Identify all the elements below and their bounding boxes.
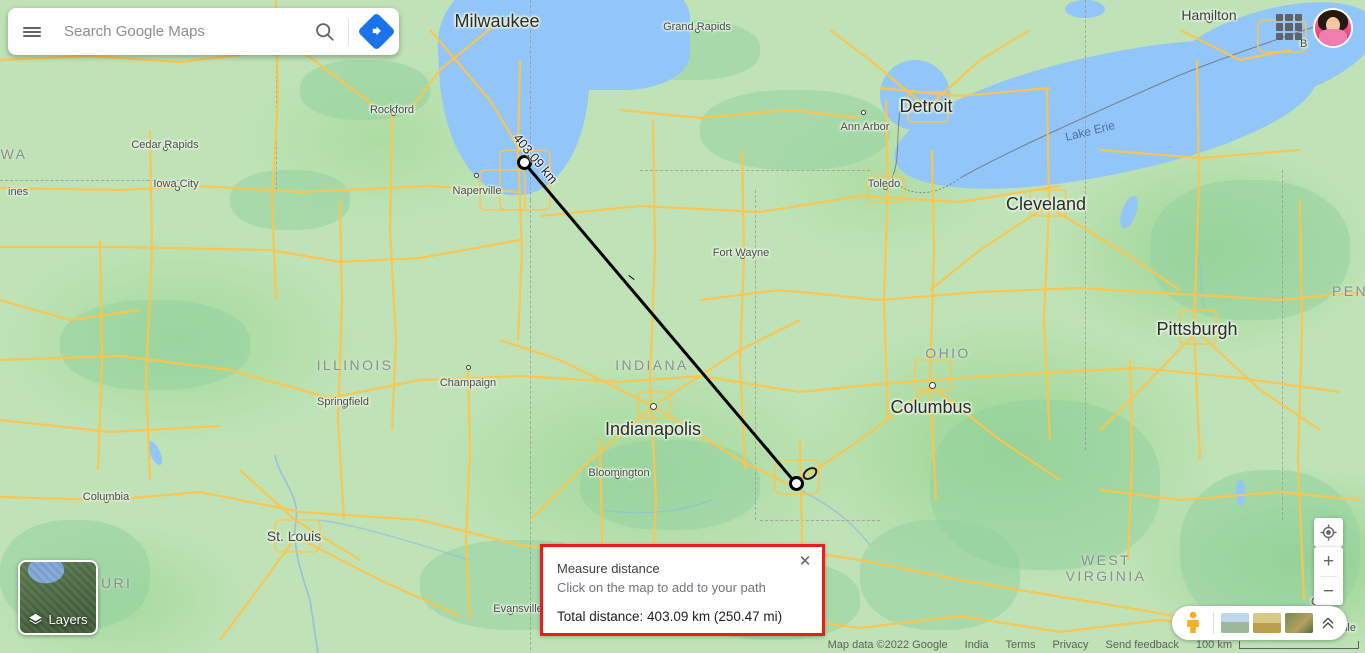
pegman-glyph xyxy=(1187,611,1199,633)
app-dot xyxy=(1294,14,1302,22)
city-marker-dot[interactable] xyxy=(473,172,479,178)
city-marker-dot[interactable] xyxy=(614,473,620,479)
search-icon[interactable] xyxy=(304,8,344,55)
search-divider xyxy=(348,18,349,45)
panel-divider xyxy=(1213,612,1214,634)
app-dot xyxy=(1294,23,1302,31)
city-marker-dot[interactable] xyxy=(1193,327,1201,335)
state-border xyxy=(530,200,531,653)
attribution-send-feedback[interactable]: Send feedback xyxy=(1106,639,1179,651)
app-dot xyxy=(1285,23,1293,31)
map-type-thumbnail-satellite[interactable] xyxy=(1253,613,1281,633)
attribution-copyright: Map data ©2022 Google xyxy=(827,638,948,651)
hamburger-menu-icon[interactable] xyxy=(8,8,56,55)
pegman-street-view-icon[interactable] xyxy=(1178,611,1208,635)
forest-patch xyxy=(700,90,890,170)
map-type-thumbnail-aerial[interactable] xyxy=(1285,613,1313,633)
attribution-terms[interactable]: Terms xyxy=(1006,639,1036,651)
city-marker-dot[interactable] xyxy=(162,145,168,151)
layers-label: Layers xyxy=(48,612,88,627)
forest-patch xyxy=(1150,180,1350,320)
directions-diamond xyxy=(356,12,396,51)
city-marker-dot[interactable] xyxy=(928,381,936,389)
app-dot xyxy=(1285,14,1293,22)
forest-patch xyxy=(60,300,250,390)
city-marker-dot[interactable] xyxy=(923,104,931,112)
user-avatar[interactable] xyxy=(1313,8,1353,48)
state-border xyxy=(276,60,277,190)
search-bar xyxy=(8,8,399,55)
map-type-thumbnail-terrain[interactable] xyxy=(1221,613,1249,633)
app-dot xyxy=(1276,32,1284,40)
layers-icon xyxy=(29,613,43,625)
city-marker-dot[interactable] xyxy=(103,497,109,503)
city-marker-dot[interactable] xyxy=(174,185,180,191)
google-apps-grid-icon[interactable] xyxy=(1276,14,1302,40)
city-marker-dot[interactable] xyxy=(882,184,888,190)
city-marker-dot[interactable] xyxy=(1205,15,1213,23)
forest-patch xyxy=(230,170,350,230)
measure-card-title: Measure distance xyxy=(557,561,660,576)
app-dot xyxy=(1276,23,1284,31)
city-marker-dot[interactable] xyxy=(1043,202,1051,210)
state-border xyxy=(0,180,180,181)
directions-icon[interactable] xyxy=(353,8,399,55)
state-border xyxy=(1085,0,1086,450)
forest-patch xyxy=(580,440,760,530)
app-dot xyxy=(1294,32,1302,40)
layers-button[interactable]: Layers xyxy=(18,560,98,635)
city-marker-dot[interactable] xyxy=(493,19,501,27)
layers-label-row: Layers xyxy=(20,612,96,627)
my-location-icon xyxy=(1320,524,1337,541)
city-marker-dot[interactable] xyxy=(649,402,657,410)
attribution-privacy[interactable]: Privacy xyxy=(1052,639,1088,651)
attribution-country[interactable]: India xyxy=(965,639,989,651)
avatar-body xyxy=(1319,29,1347,46)
city-marker-dot[interactable] xyxy=(290,533,298,541)
city-marker-dot[interactable] xyxy=(390,110,396,116)
measure-card-total: Total distance: 403.09 km (250.47 mi) xyxy=(557,609,783,624)
zoom-in-button[interactable]: + xyxy=(1314,547,1343,576)
state-border xyxy=(755,190,756,520)
state-border xyxy=(640,170,870,171)
zoom-out-button[interactable]: − xyxy=(1314,577,1343,606)
search-input[interactable] xyxy=(56,22,304,41)
my-location-button[interactable] xyxy=(1314,518,1343,547)
state-border xyxy=(1282,170,1283,520)
city-marker-dot[interactable] xyxy=(860,109,866,115)
hamburger-bar xyxy=(23,26,41,29)
lake-michigan-north xyxy=(470,0,690,90)
app-dot xyxy=(1285,32,1293,40)
hamburger-bar xyxy=(23,34,41,37)
city-marker-dot[interactable] xyxy=(694,27,700,33)
measure-distance-card: ✕ Measure distance Click on the map to a… xyxy=(540,544,825,636)
expand-chevrons xyxy=(1322,617,1334,629)
state-border xyxy=(760,520,880,521)
forest-patch xyxy=(300,60,430,120)
zoom-controls: + − xyxy=(1314,547,1343,605)
forest-patch xyxy=(860,520,1020,630)
measure-card-subtitle: Click on the map to add to your path xyxy=(557,580,766,595)
city-marker-dot[interactable] xyxy=(739,253,745,259)
small-lake xyxy=(1236,480,1245,506)
city-marker-dot[interactable] xyxy=(465,364,471,370)
chevron-up-double-icon[interactable] xyxy=(1315,615,1341,631)
app-dot xyxy=(1276,14,1284,22)
hamburger-bar xyxy=(23,30,41,33)
city-marker-dot[interactable] xyxy=(507,609,513,615)
close-icon[interactable]: ✕ xyxy=(794,550,816,572)
city-marker-dot[interactable] xyxy=(341,403,347,409)
measure-point-end[interactable] xyxy=(789,476,804,491)
street-view-panel xyxy=(1172,606,1347,640)
scale-label: 100 km xyxy=(1195,638,1232,651)
scale-bar xyxy=(1239,640,1359,649)
